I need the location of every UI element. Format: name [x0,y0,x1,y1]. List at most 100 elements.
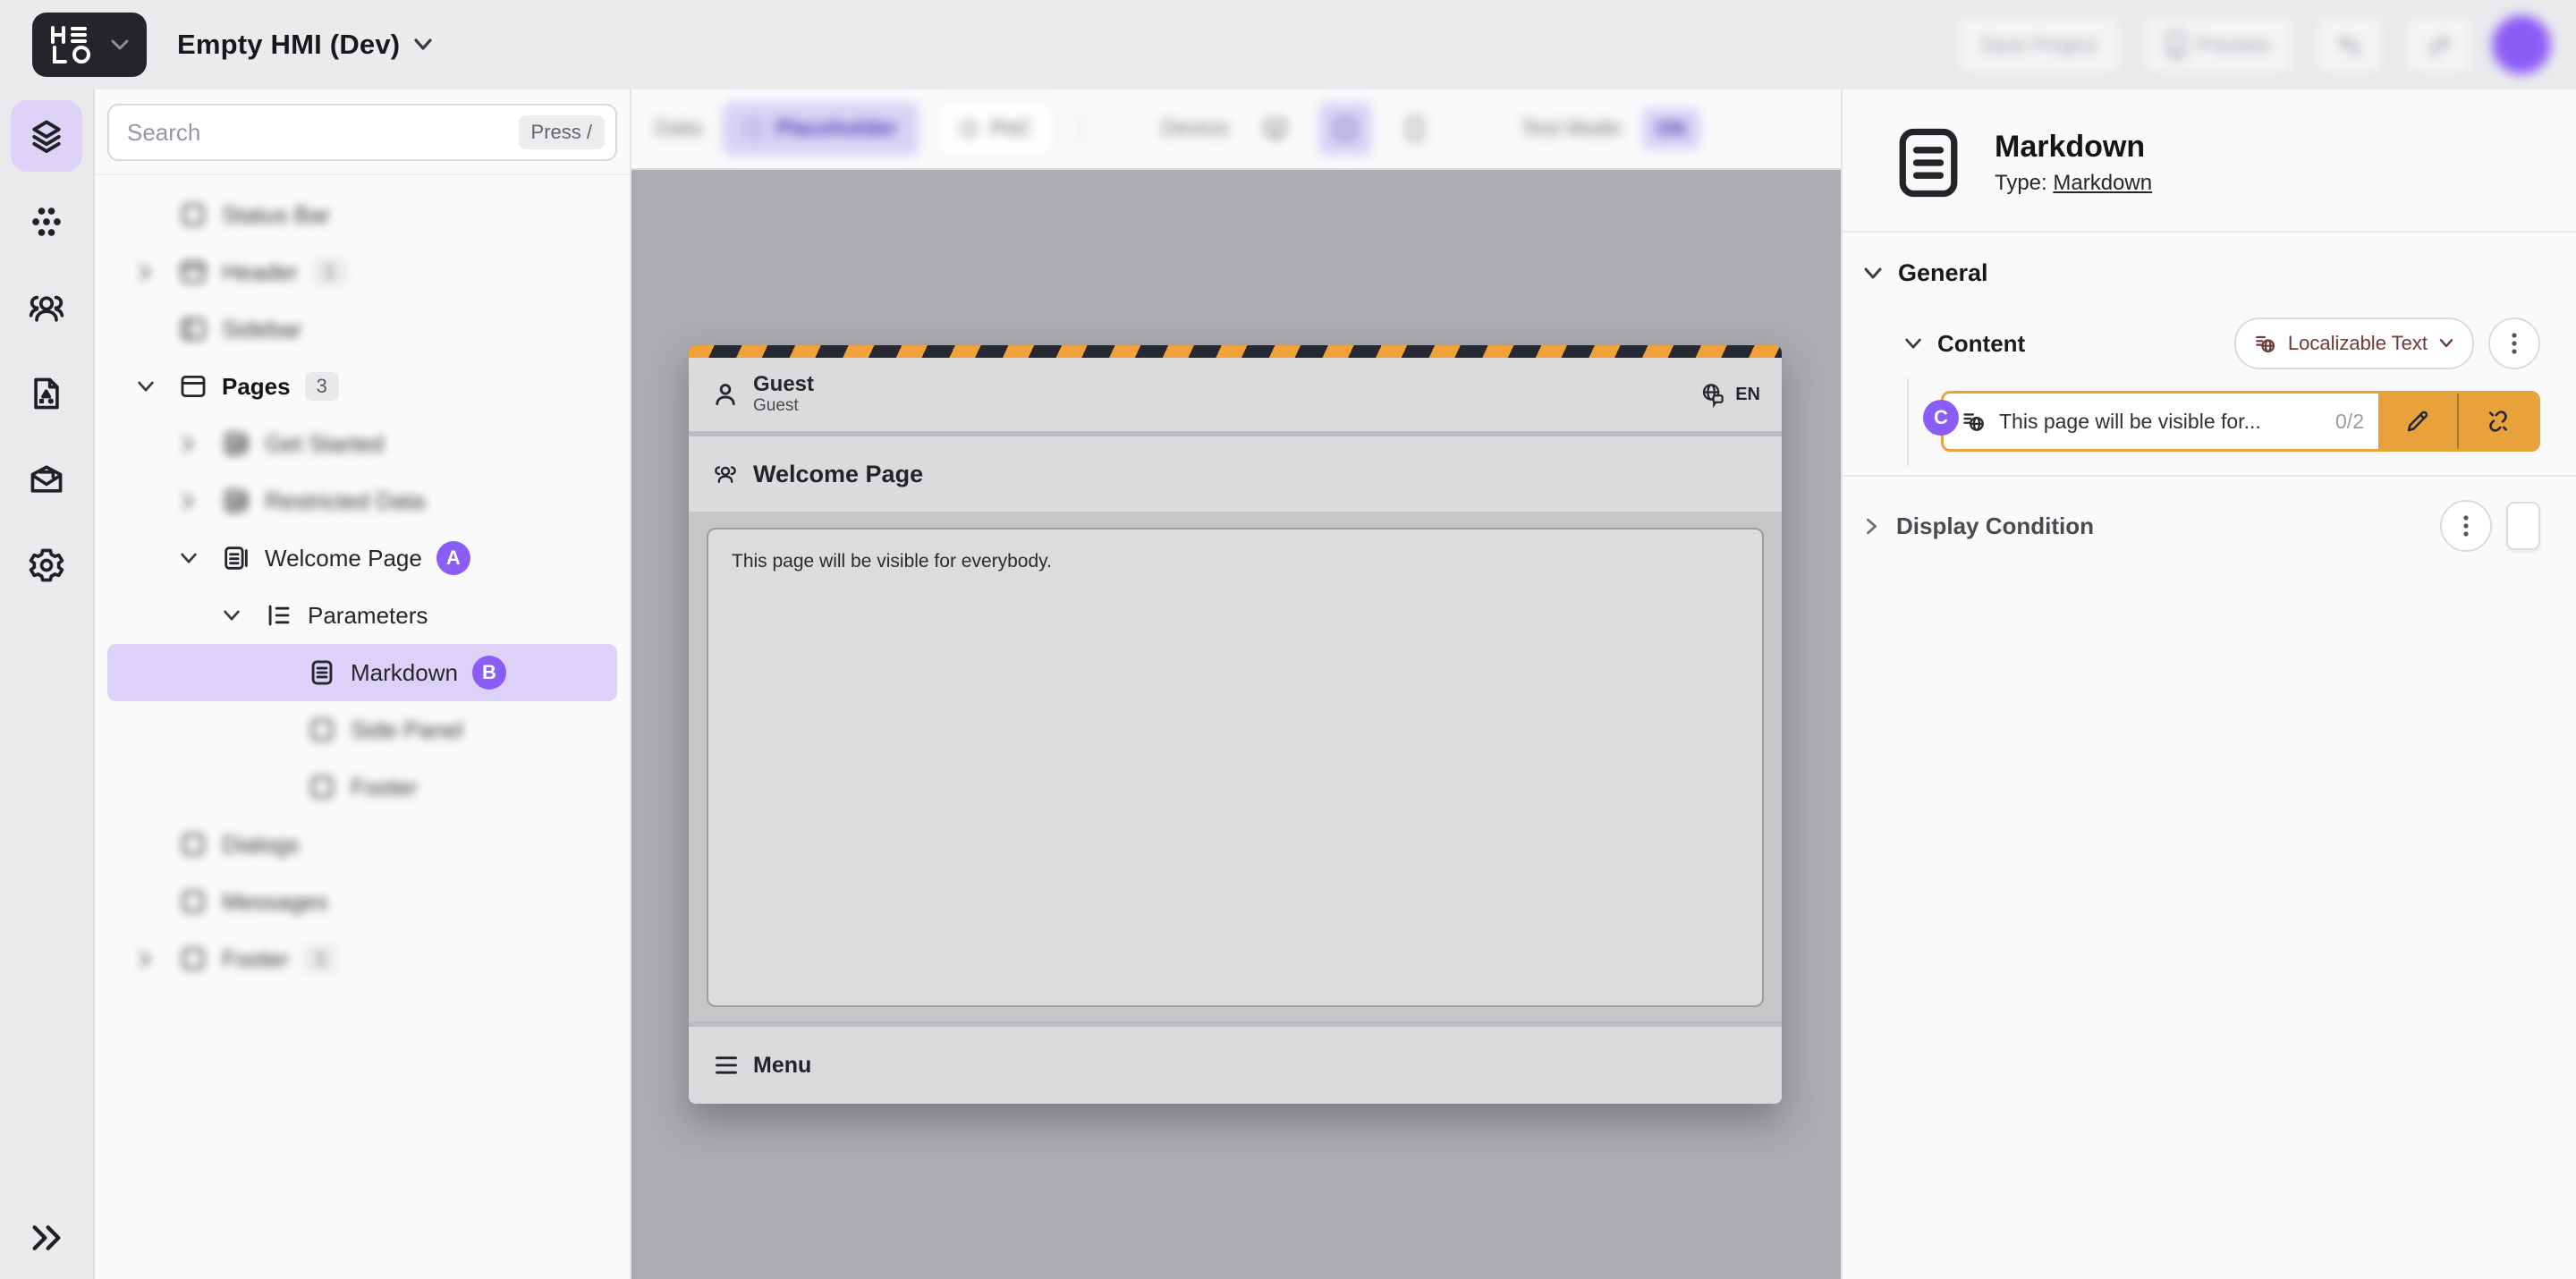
rail-item-settings[interactable] [11,529,82,601]
markdown-text: This page will be visible for everybody. [732,551,1739,572]
page-icon [220,543,252,573]
general-section-header[interactable]: General [1843,233,2576,294]
tree-item-markdown[interactable]: MarkdownB [107,644,617,701]
globe-chat-icon [1699,381,1726,408]
undo-icon [2338,33,2361,56]
chevron-right-icon[interactable] [136,266,177,279]
field-marker-badge: C [1923,400,1959,436]
tree-item-sidebar[interactable]: Sidebar [107,301,617,358]
box-icon [306,715,338,745]
tree-item-messages[interactable]: Messages [107,873,617,930]
tree-item-status-bar[interactable]: Status Bar [107,186,617,243]
component-tree: Status BarHeader1SidebarPages3Get Starte… [95,175,630,987]
rail-item-assets[interactable] [11,358,82,429]
box-icon [177,829,209,860]
redo-button[interactable] [2404,15,2474,74]
tree-item-parameters[interactable]: Parameters [107,587,617,644]
tree-item-restricted-data[interactable]: Restricted Data [107,472,617,529]
design-canvas[interactable]: Guest Guest EN Welcome Page [631,170,1841,1279]
reference-marker-badge: A [436,541,470,575]
pages-icon [177,371,209,402]
preview-status-bar: Guest Guest EN [689,358,1782,431]
chevron-right-icon[interactable] [179,495,220,508]
chevron-down-icon[interactable] [179,552,220,565]
tree-item-dialogs[interactable]: Dialogs [107,816,617,873]
undo-button[interactable] [2315,15,2385,74]
display-condition-toggle[interactable] [2506,502,2540,550]
markdown-widget[interactable]: This page will be visible for everybody. [707,528,1764,1007]
preview-page-title: Welcome Page [753,461,923,488]
save-project-button[interactable]: Save Project [1955,15,2122,74]
box-icon [177,944,209,974]
box-icon [306,772,338,802]
tree-item-label: Dialogs [222,831,300,859]
test-mode-toggle[interactable]: ON [1642,108,1700,149]
chevron-right-icon[interactable] [1862,520,1882,533]
unlink-text-button[interactable] [2457,394,2538,449]
field-value-area[interactable]: This page will be visible for... 0/2 [1944,394,2378,449]
translation-counter: 0/2 [2335,410,2364,434]
search-placeholder: Search [127,119,519,147]
content-options-button[interactable] [2488,318,2540,369]
localizable-text-icon [2254,332,2277,355]
preview-content-area: This page will be visible for everybody. [689,512,1782,1021]
device-phone-button[interactable] [1388,102,1442,156]
content-field-zone: C This page will be visible for... 0/2 [1843,378,2576,475]
rail-item-components[interactable] [11,186,82,258]
chevron-right-icon[interactable] [179,437,220,451]
canvas-toolbar: Data: Placeholder PoC Device: [631,89,1841,170]
tree-item-side-panel[interactable]: Side Panel [107,701,617,758]
chevron-down-icon[interactable] [1903,337,1923,351]
rail-item-messages[interactable] [11,444,82,515]
preview-menu-bar[interactable]: Menu [689,1027,1782,1104]
localizable-text-dropdown[interactable]: Localizable Text [2234,318,2474,369]
chevron-down-icon[interactable] [136,380,177,394]
project-title[interactable]: Empty HMI (Dev) [177,29,400,61]
search-shortcut-badge: Press / [519,115,605,149]
project-menu-chevron-icon[interactable] [412,38,434,52]
placeholder-icon [743,118,765,140]
tree-item-pages[interactable]: Pages3 [107,358,617,415]
kebab-menu-icon [2463,514,2469,538]
device-tablet-button[interactable] [1318,102,1372,156]
chevron-down-icon [110,38,130,51]
chevron-down-icon[interactable] [222,609,263,623]
collapse-sidebar-button[interactable] [29,1223,64,1258]
inspector-title: Markdown [1995,130,2152,165]
preview-button[interactable]: Preview [2141,15,2295,74]
icon-rail [0,89,95,1279]
top-bar-actions: Save Project Preview [1955,15,2549,74]
app-logo-menu[interactable] [32,13,147,77]
type-link[interactable]: Markdown [2053,171,2152,195]
phone-icon [2166,31,2186,58]
data-option-poc[interactable]: PoC [935,100,1055,157]
tree-item-label: Welcome Page [265,545,422,572]
chevrons-right-icon [29,1223,64,1253]
tree-item-footer[interactable]: Footer1 [107,930,617,987]
tree-item-label: Restricted Data [265,487,425,515]
tree-item-header[interactable]: Header1 [107,243,617,301]
display-condition-options-button[interactable] [2440,500,2492,552]
tree-item-footer[interactable]: Footer [107,758,617,816]
mail-icon [27,460,66,499]
chevron-right-icon[interactable] [136,953,177,966]
rail-item-layers[interactable] [11,100,82,172]
tree-item-label: Side Panel [351,716,463,744]
layers-icon [27,116,66,156]
device-desktop-button[interactable] [1249,102,1302,156]
device-preview[interactable]: Guest Guest EN Welcome Page [689,345,1782,1104]
edit-text-button[interactable] [2378,394,2457,449]
language-switcher[interactable]: EN [1699,381,1760,408]
box-icon [177,886,209,917]
user-avatar[interactable] [2494,17,2549,72]
dots-grid-icon [27,202,66,241]
data-option-placeholder[interactable]: Placeholder [722,102,919,156]
search-input[interactable]: Search Press / [107,104,617,161]
rail-item-users[interactable] [11,272,82,343]
users-icon [27,288,66,327]
tree-item-welcome-page[interactable]: Welcome Page A [107,529,617,587]
tree-item-get-started[interactable]: Get Started [107,415,617,472]
chevron-down-icon[interactable] [1862,267,1884,281]
phone-icon [1404,116,1426,141]
type-label: Type: [1995,171,2047,195]
